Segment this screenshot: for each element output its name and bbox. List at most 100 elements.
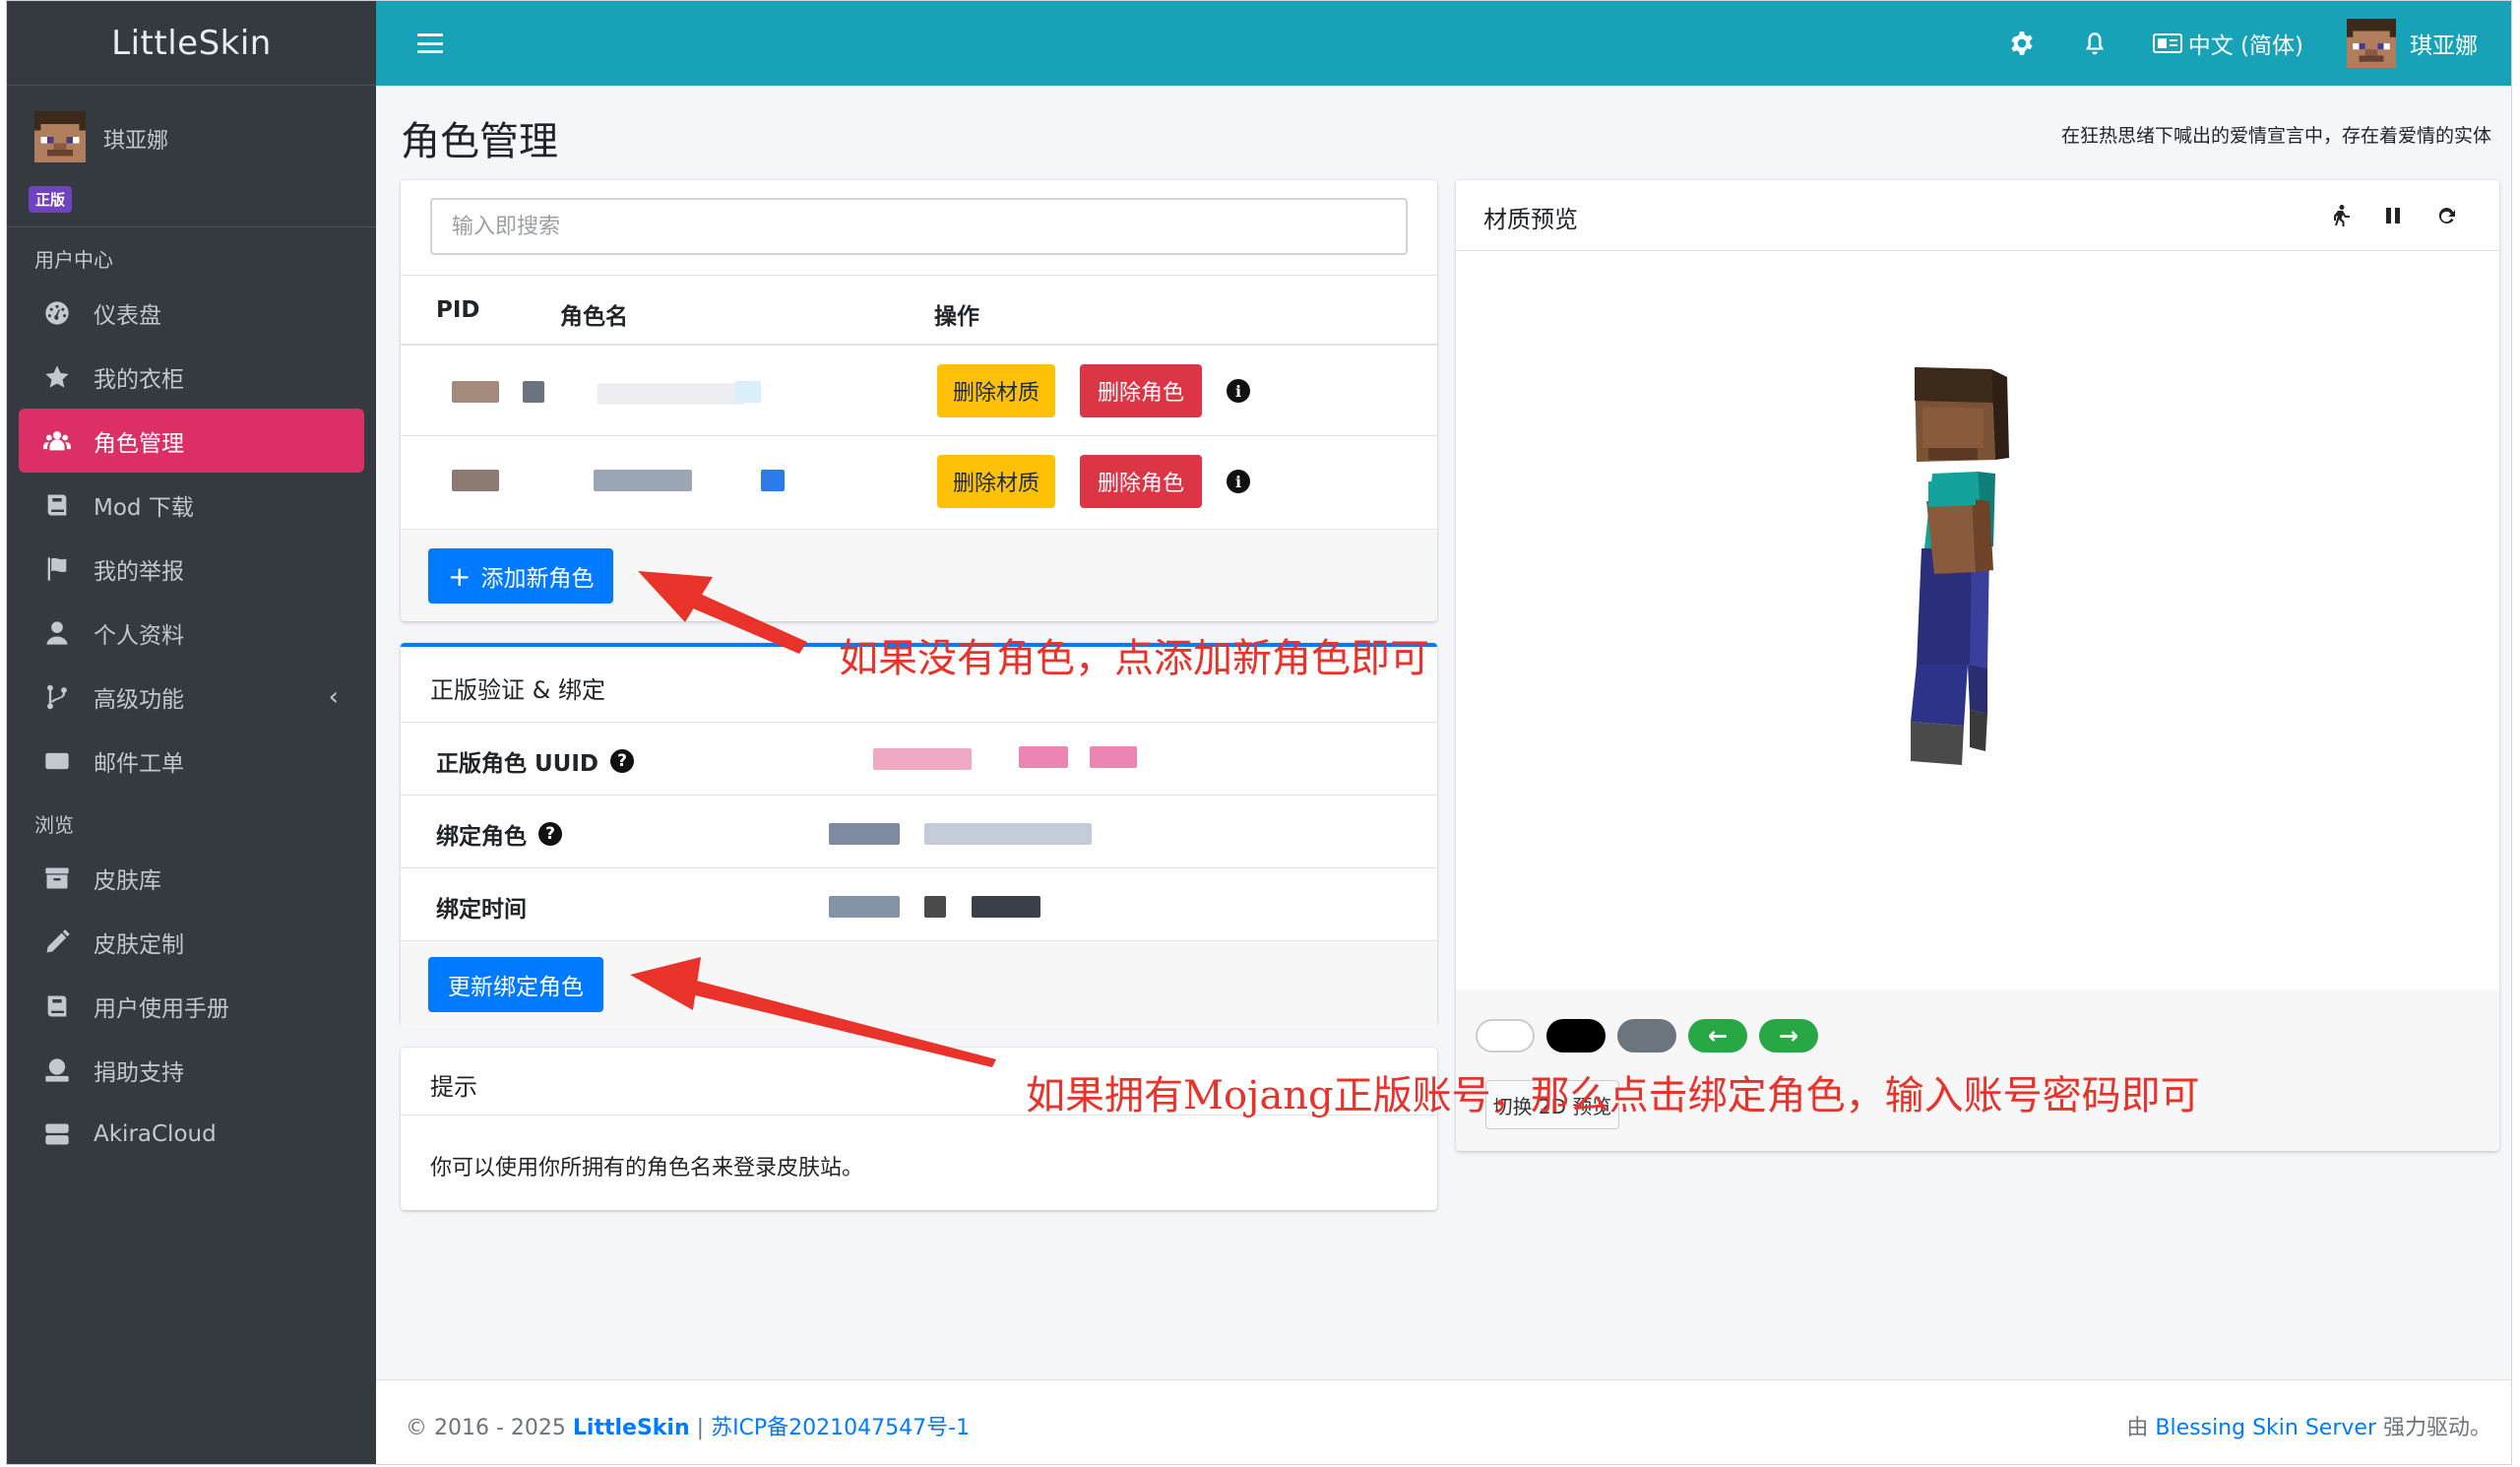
steve-model	[1911, 367, 2009, 765]
add-role-label: 添加新角色	[480, 566, 595, 592]
topbar: 中文 (简体) 琪亚娜	[376, 1, 2511, 86]
nav-section-user-center: 用户中心	[34, 248, 113, 272]
roles-card: PID 角色名 操作 删除材质 删除角色 i 删除材质 删除角色 i + 添加新…	[401, 180, 1437, 621]
powered-suffix: 强力驱动。	[2382, 1416, 2491, 1440]
delete-role-button[interactable]: 删除角色	[1080, 455, 1203, 508]
reset-icon[interactable]	[2432, 202, 2460, 229]
skin-3d-preview[interactable]	[1456, 251, 2499, 989]
language-switcher[interactable]: 中文 (简体)	[2152, 27, 2303, 60]
icp-link[interactable]: 苏ICP备2021047547号-1	[711, 1416, 970, 1440]
user-icon	[40, 616, 74, 650]
verification-title: 正版验证 & 绑定	[430, 676, 605, 704]
add-role-button[interactable]: + 添加新角色	[428, 548, 614, 604]
pencil-icon	[40, 925, 74, 959]
topbar-avatar[interactable]	[2347, 19, 2396, 68]
update-bound-role-button[interactable]: 更新绑定角色	[428, 957, 603, 1012]
sidebar-item-label: 仪表盘	[94, 302, 161, 329]
annotation-add-role: 如果没有角色，点添加新角色即可	[839, 636, 1429, 681]
sidebar-item-advanced[interactable]: 高级功能 ‹	[19, 665, 364, 729]
gear-icon[interactable]	[2007, 29, 2037, 58]
user-panel: 琪亚娜 正版	[7, 86, 376, 227]
sidebar-item-label: AkiraCloud	[94, 1120, 217, 1147]
sidebar-item-manual[interactable]: 用户使用手册	[19, 974, 364, 1038]
verification-card: 正版验证 & 绑定 正版角色 UUID? 绑定角色? 绑定时间 更新绑定角色	[401, 643, 1437, 1029]
redacted-role-name	[594, 470, 692, 491]
annotation-bind-role: 如果拥有Mojang正版账号，那么点击绑定角色，输入账号密码即可	[1026, 1073, 2200, 1118]
delete-texture-button[interactable]: 删除材质	[937, 455, 1056, 508]
donate-icon	[40, 1053, 74, 1087]
brand-link[interactable]: LittleSkin	[7, 1, 376, 86]
question-icon[interactable]: ?	[610, 749, 635, 773]
bg-black-swatch[interactable]	[1546, 1019, 1606, 1052]
sidebar-item-donate[interactable]: 捐助支持	[19, 1038, 364, 1102]
arrow-right-icon[interactable]: →	[1759, 1019, 1818, 1052]
delete-texture-button[interactable]: 删除材质	[937, 364, 1056, 417]
arrow-left-icon[interactable]: ←	[1688, 1019, 1747, 1052]
sidebar-item-profile[interactable]: 个人资料	[19, 601, 364, 665]
sidebar-item-reports[interactable]: 我的举报	[19, 537, 364, 601]
bg-gray-swatch[interactable]	[1617, 1019, 1676, 1052]
sidebar-item-akiracloud[interactable]: AkiraCloud	[19, 1102, 364, 1166]
uuid-label-text: 正版角色 UUID	[436, 751, 599, 777]
preview-title: 材质预览	[1483, 206, 1578, 233]
search-input[interactable]	[430, 198, 1408, 255]
redacted-pid	[452, 470, 499, 491]
redacted-uuid	[873, 748, 972, 770]
info-icon[interactable]: i	[1227, 379, 1250, 403]
sidebar-item-tickets[interactable]: 邮件工单	[19, 729, 364, 793]
sidebar-item-closet[interactable]: 我的衣柜	[19, 345, 364, 409]
brand-name: LittleSkin	[111, 23, 272, 63]
hamburger-menu-icon[interactable]	[417, 33, 443, 53]
redacted-uuid	[1090, 746, 1137, 768]
language-icon	[2152, 33, 2182, 53]
star-icon	[40, 360, 74, 394]
server-icon	[40, 1117, 74, 1151]
bg-white-swatch[interactable]	[1476, 1019, 1535, 1052]
redacted-bound-time	[829, 896, 900, 918]
info-icon[interactable]: i	[1227, 470, 1250, 493]
site-link[interactable]: LittleSkin	[573, 1416, 690, 1440]
uuid-row: 正版角色 UUID?	[401, 722, 1437, 795]
verified-badge: 正版	[29, 186, 73, 213]
running-icon[interactable]	[2326, 202, 2354, 229]
sidebar-item-skin-custom[interactable]: 皮肤定制	[19, 910, 364, 974]
column-header-actions: 操作	[934, 304, 979, 330]
sidebar-item-label: 皮肤库	[94, 867, 161, 894]
user-avatar[interactable]	[34, 111, 86, 162]
preview-header: 材质预览	[1456, 180, 2499, 251]
sidebar-item-skin-library[interactable]: 皮肤库	[19, 846, 364, 910]
verification-card-footer: 更新绑定角色	[401, 940, 1437, 1029]
redacted-uuid	[1019, 746, 1068, 768]
bound-time-row: 绑定时间	[401, 867, 1437, 940]
language-label: 中文 (简体)	[2187, 33, 2303, 59]
browser-frame: LittleSkin 琪亚娜 正版 用户中心 仪表盘 我的衣柜 角色管理 Mod	[6, 0, 2512, 1465]
dashboard-icon	[40, 296, 74, 330]
uuid-label: 正版角色 UUID?	[436, 744, 635, 778]
sidebar-item-label: 我的举报	[94, 558, 184, 585]
plus-icon: +	[448, 559, 472, 593]
question-icon[interactable]: ?	[538, 822, 562, 846]
chevron-left-icon: ‹	[328, 682, 339, 712]
pause-icon[interactable]	[2379, 202, 2407, 229]
bell-icon[interactable]	[2080, 29, 2110, 58]
sidebar-item-roles[interactable]: 角色管理	[19, 409, 364, 473]
branch-icon	[40, 680, 74, 714]
users-icon	[40, 424, 74, 458]
tips-title: 提示	[430, 1073, 477, 1101]
sidebar-item-mod-download[interactable]: Mod 下载	[19, 473, 364, 537]
topbar-right: 中文 (简体) 琪亚娜	[1964, 1, 2478, 86]
redacted-pid	[452, 381, 499, 403]
sidebar-item-dashboard[interactable]: 仪表盘	[19, 281, 364, 345]
footer-right: 由 Blessing Skin Server 强力驱动。	[2126, 1410, 2491, 1441]
roles-table-header: PID 角色名 操作	[401, 275, 1437, 346]
user-name[interactable]: 琪亚娜	[103, 123, 168, 155]
blessing-skin-link[interactable]: Blessing Skin Server	[2155, 1416, 2376, 1440]
redacted-role-name	[598, 383, 745, 405]
redacted-bound-time	[924, 896, 946, 918]
footer-separator: |	[696, 1416, 705, 1440]
topbar-username[interactable]: 琪亚娜	[2410, 27, 2478, 60]
sidebar-item-label: 捐助支持	[94, 1059, 184, 1086]
page-tagline: 在狂热思绪下喊出的爱情宣言中，存在着爱情的实体	[2060, 125, 2491, 147]
copyright-text: © 2016 - 2025	[406, 1416, 566, 1440]
delete-role-button[interactable]: 删除角色	[1080, 364, 1203, 417]
